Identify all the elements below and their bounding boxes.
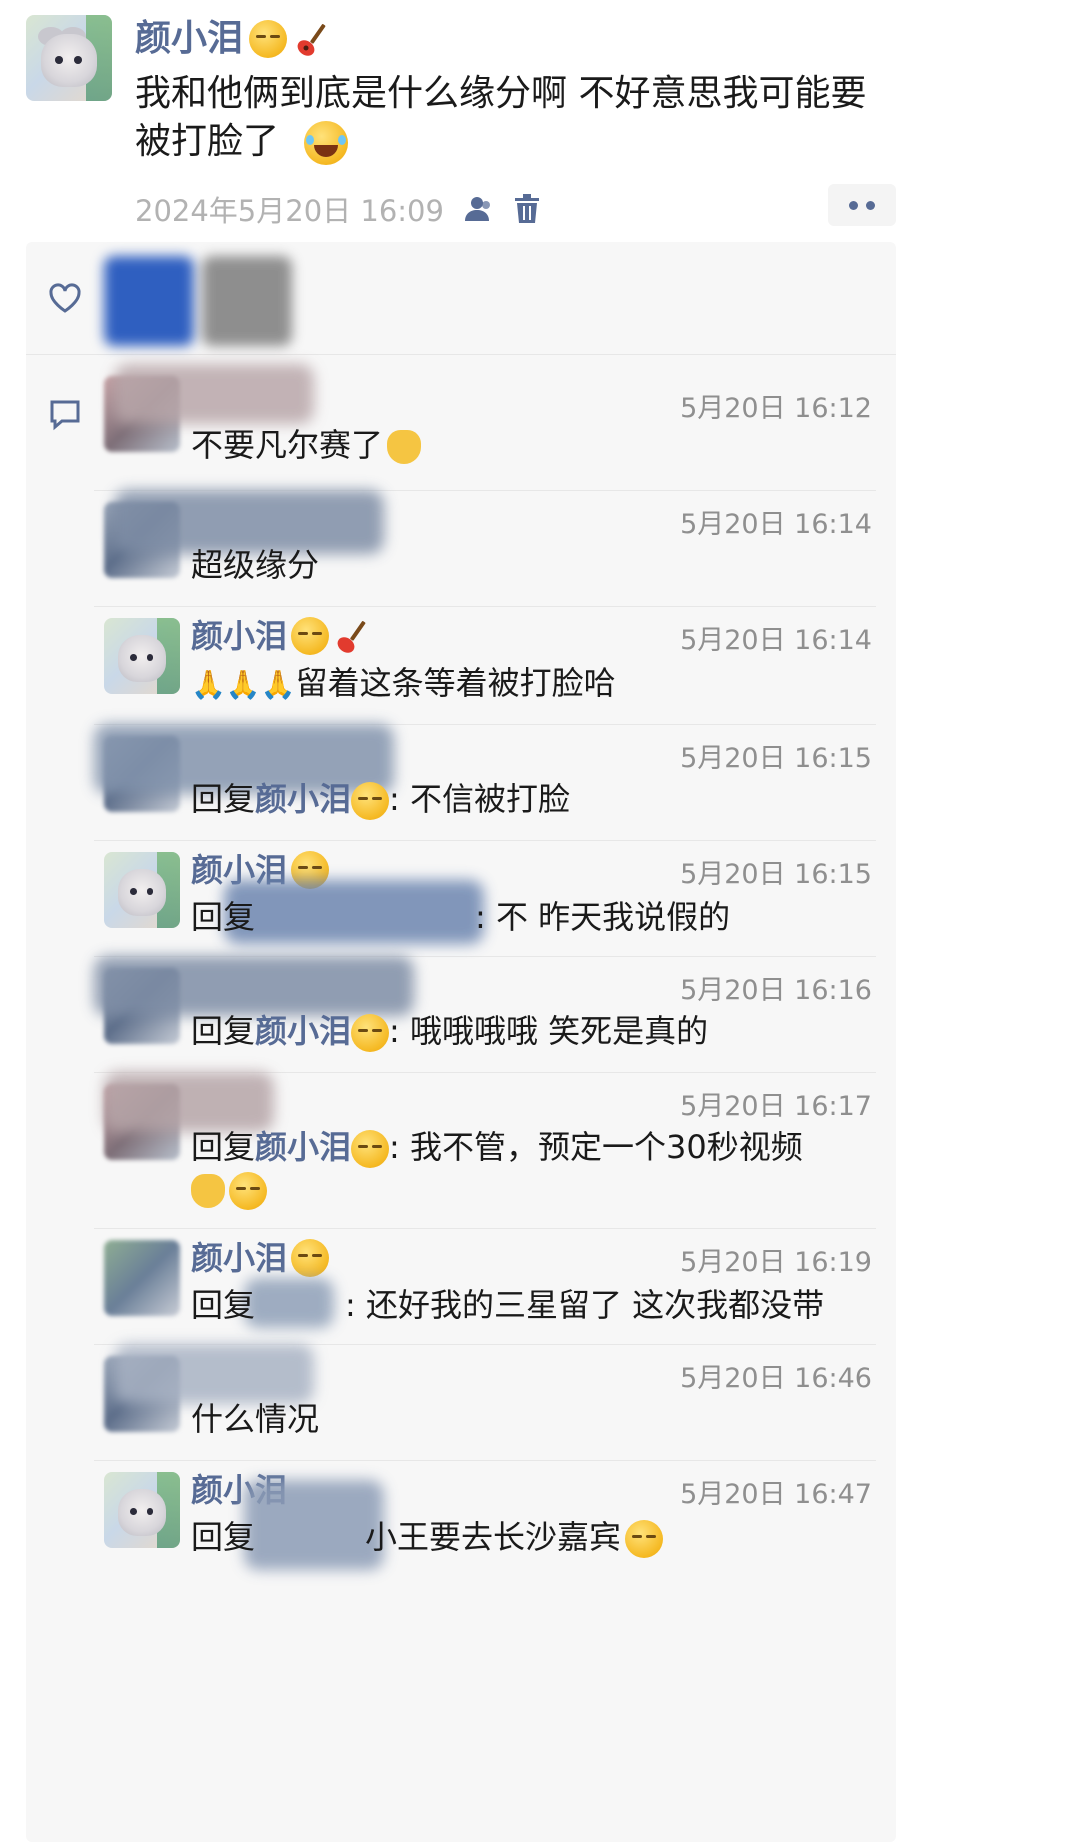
expressionless-emoji-icon xyxy=(249,20,288,58)
commenter-avatar[interactable] xyxy=(104,852,180,928)
more-icon xyxy=(849,200,858,210)
crying-emoji-icon xyxy=(229,1172,267,1210)
commenter-avatar[interactable] xyxy=(104,618,180,694)
laughing-emoji-icon xyxy=(304,121,349,165)
comment-item[interactable]: 5月20日 16:15 回复颜小泪: 不信被打脸 xyxy=(94,724,876,841)
post-author-avatar[interactable] xyxy=(26,15,112,101)
liker-avatar[interactable] xyxy=(104,256,194,346)
comment-time: 5月20日 16:47 xyxy=(680,1479,872,1510)
more-button[interactable] xyxy=(828,184,896,226)
people-icon[interactable] xyxy=(462,193,494,225)
heart-icon xyxy=(49,283,81,313)
guitar-emoji-icon xyxy=(297,24,326,56)
trash-icon[interactable] xyxy=(512,193,542,225)
comment-item[interactable]: 5月20日 16:14 超级缘分 xyxy=(94,490,876,607)
comment-text: 超级缘分 xyxy=(191,546,320,584)
interaction-panel: 5月20日 16:12 不要凡尔赛了 5月20日 16:14 超级缘分 颜小泪 … xyxy=(26,242,896,1842)
comment-item[interactable]: 颜小泪 5月20日 16:15 回复: 不 昨天我说假的 xyxy=(94,840,876,957)
comment-text: 回复: 还好我的三星留了 这次我都没带 xyxy=(191,1286,825,1324)
expressionless-emoji-icon xyxy=(351,782,390,820)
liker-avatar[interactable] xyxy=(202,256,292,346)
commenter-name[interactable]: 颜小泪 xyxy=(191,1238,330,1278)
cat-face-emoji-icon xyxy=(387,430,422,464)
comment-text: 什么情况 xyxy=(191,1400,320,1438)
post-timestamp: 2024年5月20日 16:09 xyxy=(135,194,444,228)
comment-item[interactable]: 5月20日 16:16 回复颜小泪: 哦哦哦哦 笑死是真的 xyxy=(94,956,876,1073)
comment-item[interactable]: 5月20日 16:17 回复颜小泪: 我不管，预定一个30秒视频 xyxy=(94,1072,876,1229)
comment-item[interactable]: 颜小泪 5月20日 16:19 回复: 还好我的三星留了 这次我都没带 xyxy=(94,1228,876,1345)
comment-text: 回复颜小泪: 我不管，预定一个30秒视频 xyxy=(191,1126,881,1210)
guitar-emoji-icon xyxy=(337,621,366,653)
comment-item[interactable]: 5月20日 16:12 不要凡尔赛了 xyxy=(94,354,876,491)
comment-time: 5月20日 16:16 xyxy=(680,975,872,1006)
post-text: 我和他俩到底是什么缘分啊 不好意思我可能要 被打脸了 xyxy=(135,70,915,166)
expressionless-emoji-icon xyxy=(291,1239,330,1277)
comment-time: 5月20日 16:17 xyxy=(680,1091,872,1122)
comment-time: 5月20日 16:12 xyxy=(680,393,872,424)
comment-time: 5月20日 16:14 xyxy=(680,625,872,656)
commenter-name[interactable]: 颜小泪 xyxy=(191,616,373,656)
comment-time: 5月20日 16:15 xyxy=(680,743,872,774)
commenter-avatar[interactable] xyxy=(104,1240,180,1316)
post-meta: 2024年5月20日 16:09 xyxy=(135,188,542,230)
expressionless-emoji-icon xyxy=(351,1014,390,1052)
pray-emoji-icon: 🙏🙏🙏 xyxy=(191,668,296,701)
expressionless-emoji-icon xyxy=(291,617,330,655)
comment-time: 5月20日 16:14 xyxy=(680,509,872,540)
comment-text: 🙏🙏🙏留着这条等着被打脸哈 xyxy=(191,664,616,702)
cat-face-emoji-icon xyxy=(191,1174,225,1208)
comment-text: 回复 小王要去长沙嘉宾 xyxy=(191,1516,881,1558)
comment-text: 回复颜小泪: 哦哦哦哦 笑死是真的 xyxy=(191,1012,709,1052)
comment-text: 回复颜小泪: 不信被打脸 xyxy=(191,780,570,820)
comment-time: 5月20日 16:46 xyxy=(680,1363,872,1394)
commenter-avatar[interactable] xyxy=(104,1472,180,1548)
comment-text: 不要凡尔赛了 xyxy=(191,424,881,466)
comment-item[interactable]: 颜小泪 5月20日 16:47 回复 小王要去长沙嘉宾 xyxy=(94,1460,876,1576)
comment-time: 5月20日 16:15 xyxy=(680,859,872,890)
expressionless-emoji-icon xyxy=(351,1130,390,1168)
comment-text: 回复: 不 昨天我说假的 xyxy=(191,898,731,936)
likes-row xyxy=(26,242,896,355)
comment-item[interactable]: 颜小泪 5月20日 16:14 🙏🙏🙏留着这条等着被打脸哈 xyxy=(94,606,876,725)
post-author-name[interactable]: 颜小泪 xyxy=(135,16,333,62)
comment-item[interactable]: 5月20日 16:46 什么情况 xyxy=(94,1344,876,1461)
comment-time: 5月20日 16:19 xyxy=(680,1247,872,1278)
laughing-emoji-icon xyxy=(625,1520,664,1558)
comment-icon xyxy=(50,400,80,431)
